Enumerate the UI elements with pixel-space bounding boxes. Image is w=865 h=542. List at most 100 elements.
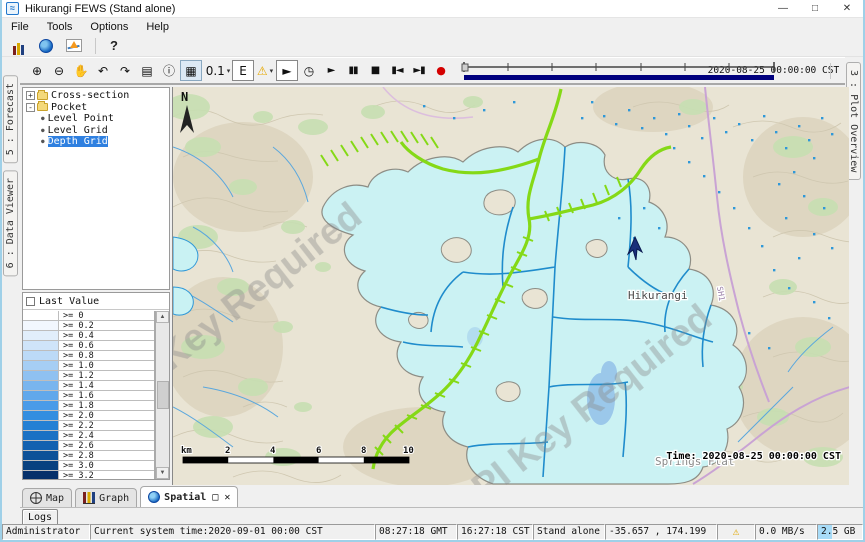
toolbar-separator [830,63,831,79]
legend-row[interactable]: >= 1.8 [23,401,154,411]
legend-row[interactable]: >= 0.4 [23,331,154,341]
tree-item-level-point[interactable]: ●Level Point [23,113,169,125]
globe-icon [39,39,53,53]
timeseries-display-button[interactable] [63,37,85,55]
pan-button[interactable]: ✋ [70,60,92,81]
legend-row-label: >= 0.2 [59,321,94,330]
map-time-label: Time: 2020-08-25 00:00:00 CST [666,450,841,462]
database-display-button[interactable] [7,37,29,55]
grid-icon: ▦ [185,65,196,77]
menu-tools[interactable]: Tools [38,20,82,34]
side-tab-forecast[interactable]: 5 : Forecast [3,75,18,163]
legend-swatch [23,431,59,440]
warnings-icon: ⚠ [257,65,268,77]
minimize-button[interactable]: — [767,0,799,18]
set-time-button[interactable]: ◷ [298,60,320,81]
step-forward-button[interactable]: ►▮ [408,60,430,81]
status-gmt-time: 08:27:18 GMT [375,524,457,540]
tab-map[interactable]: Map [22,488,72,507]
svg-text:6: 6 [316,446,321,456]
layers-button[interactable]: ▤ [136,60,158,81]
tree-item-cross-section[interactable]: +Cross-section [23,90,169,102]
legend-row[interactable]: >= 0.6 [23,341,154,351]
timeline-handle[interactable] [462,64,468,71]
record-button[interactable]: ● [430,60,452,81]
legend-swatch [23,341,59,350]
step-back-button[interactable]: ▮◄ [386,60,408,81]
legend-swatch [23,361,59,370]
stop-button[interactable]: ■ [364,60,386,81]
maximize-button[interactable]: □ [799,0,831,18]
tree-item-depth-grid[interactable]: ●Depth Grid [23,136,169,148]
chart-arrow-icon [66,39,82,52]
animation-button[interactable]: ► [276,60,298,81]
legend-swatch [23,321,59,330]
tree-item-level-grid[interactable]: ●Level Grid [23,125,169,137]
legend-row[interactable]: >= 3.0 [23,461,154,471]
legend-swatch [23,451,59,460]
town-label: Hikurangi [628,289,688,302]
zoom-previous-button[interactable]: ↶ [92,60,114,81]
tree-item-pocket[interactable]: -Pocket [23,102,169,114]
zoom-previous-icon: ↶ [98,65,108,77]
legend-row[interactable]: >= 2.4 [23,431,154,441]
legend-row-label: >= 0.6 [59,341,94,350]
longitudinal-profile-button[interactable]: E [232,60,254,81]
pause-button[interactable]: ▮▮ [342,60,364,81]
warnings-dropdown[interactable]: ⚠▾ [254,60,276,81]
legend-row[interactable]: >= 1.0 [23,361,154,371]
legend-row[interactable]: >= 0 [23,311,154,321]
legend-scrollbar[interactable]: ▲ ▼ [155,311,169,479]
zoom-out-button[interactable]: ⊖ [48,60,70,81]
tab-graph[interactable]: Graph [75,488,137,507]
legend-row[interactable]: >= 2.2 [23,421,154,431]
legend-swatch [23,371,59,380]
legend-row[interactable]: >= 0.8 [23,351,154,361]
info-button[interactable]: ⓘ [158,60,180,81]
bar-chart-icon [83,492,95,504]
scroll-thumb[interactable] [157,381,169,409]
window-controls: — □ ✕ [767,0,863,18]
legend-row[interactable]: >= 2.0 [23,411,154,421]
scroll-up-icon[interactable]: ▲ [156,311,169,323]
app-icon: ≈ [6,2,19,15]
timeline-slider[interactable] [460,59,702,83]
zoom-next-button[interactable]: ↷ [114,60,136,81]
legend-row[interactable]: >= 3.2 [23,471,154,479]
side-tab-data-viewer[interactable]: 6 : Data Viewer [3,170,18,276]
play-button[interactable]: ► [320,60,342,81]
status-memory: 2.5 GB [817,524,863,540]
restore-icon[interactable]: □ [212,492,218,503]
zoom-out-icon: ⊖ [54,65,64,77]
grid-button[interactable]: ▦ [180,60,202,81]
legend-row[interactable]: >= 1.6 [23,391,154,401]
scroll-down-icon[interactable]: ▼ [156,467,169,479]
legend-row[interactable]: >= 2.8 [23,451,154,461]
threshold-dropdown[interactable]: 0.1▾ [202,60,232,81]
menu-help[interactable]: Help [137,20,178,34]
map-canvas[interactable]: API Key Required API Key Required Hikura… [173,87,849,485]
close-icon[interactable]: ✕ [224,492,230,503]
menu-file[interactable]: File [2,20,38,34]
dropdown-arrow-icon: ▾ [227,67,231,75]
legend-row[interactable]: >= 1.4 [23,381,154,391]
status-local-time: 16:27:18 CST [457,524,533,540]
legend-row[interactable]: >= 2.6 [23,441,154,451]
legend-row-label: >= 1.6 [59,391,94,400]
pause-icon: ▮▮ [349,66,358,76]
menu-options[interactable]: Options [81,20,137,34]
legend-row[interactable]: >= 1.2 [23,371,154,381]
legend-panel: Last Value >= 0>= 0.2>= 0.4>= 0.6>= 0.8>… [22,292,170,480]
map-display-button[interactable] [35,37,57,55]
bullet-icon: ● [41,138,45,145]
zoom-in-button[interactable]: ⊕ [26,60,48,81]
help-button[interactable]: ? [106,38,122,53]
expander-icon[interactable]: - [26,103,35,112]
tab-spatial[interactable]: Spatial□✕ [140,486,238,507]
last-value-checkbox[interactable] [26,297,35,306]
record-icon: ● [436,65,446,76]
play-icon: ► [328,66,335,76]
legend-row[interactable]: >= 0.2 [23,321,154,331]
expander-icon[interactable]: + [26,91,35,100]
close-button[interactable]: ✕ [831,0,863,18]
